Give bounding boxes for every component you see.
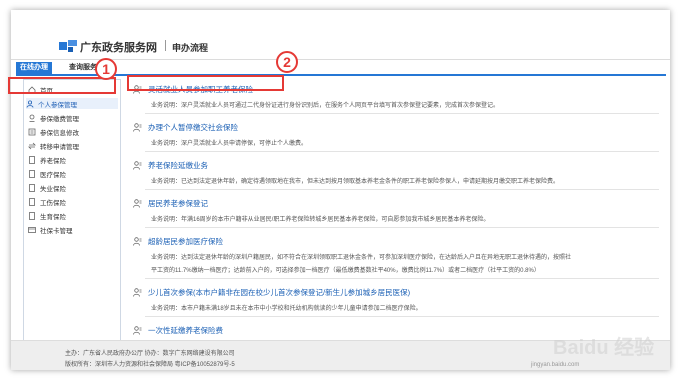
service-title-link[interactable]: 养老保险延缴业务 — [148, 160, 208, 171]
person-icon — [133, 287, 142, 297]
service-list: 灵活就业人员参加职工养老保险 业务说明：深户灵活就业人员可通过二代身份证进行身份… — [129, 79, 665, 343]
transfer-icon — [28, 142, 36, 149]
watermark-brand: Baidu 经验 — [553, 335, 654, 359]
header-divider — [165, 40, 166, 51]
service-description: 业务说明：深户灵活就业人员可通过二代身份证进行身份识别后，在服务个人网页平台填写… — [151, 103, 500, 109]
sidebar: 首页 个人参保管理 参保缴费管理 参保信息修改 转移申请管理 养老保险 医疗保险 — [23, 79, 121, 341]
sidebar-item-unemployment[interactable]: 失业保险 — [28, 182, 66, 193]
service-description: 业务说明：已达到法定退休年龄，确定待遇领取地在我市，但未达到按月领取基本养老金条… — [151, 179, 560, 185]
person-icon — [133, 122, 142, 132]
sidebar-item-personal-insurance[interactable]: 个人参保管理 — [26, 98, 118, 109]
sidebar-item-label: 养老保险 — [40, 157, 66, 165]
sidebar-item-maternity[interactable]: 生育保险 — [28, 210, 66, 221]
sidebar-item-payment[interactable]: 参保缴费管理 — [28, 112, 79, 123]
document-icon — [29, 169, 35, 178]
sidebar-item-label: 个人参保管理 — [38, 101, 77, 109]
annotation-box-2 — [127, 75, 284, 91]
sidebar-item-pension[interactable]: 养老保险 — [28, 154, 66, 165]
person-icon — [133, 236, 142, 246]
sidebar-item-label: 失业保险 — [40, 185, 66, 193]
sidebar-item-label: 生育保险 — [40, 213, 66, 221]
service-title-link[interactable]: 少儿首次参保(本市户籍非在园在校少儿首次参保登记/新生儿参加城乡居民医保) — [148, 287, 410, 298]
service-description: 业务说明：深户灵活就业人员申请停保，可停止个人缴费。 — [151, 141, 308, 147]
edit-icon — [28, 128, 36, 135]
document-icon — [29, 211, 35, 220]
site-title[interactable]: 广东政务服务网 — [80, 39, 157, 55]
sidebar-item-label: 转移申请管理 — [40, 143, 79, 151]
card-icon — [28, 226, 36, 233]
service-title-link[interactable]: 办理个人暂停缴交社会保险 — [148, 122, 238, 133]
sidebar-item-label: 社保卡管理 — [40, 227, 73, 235]
annotation-box-1 — [8, 77, 116, 94]
document-icon — [29, 155, 35, 164]
payment-icon — [29, 114, 35, 122]
page-subtitle: 申办流程 — [172, 43, 209, 53]
divider — [145, 113, 659, 114]
service-title-link[interactable]: 居民养老参保登记 — [148, 198, 208, 209]
divider — [145, 227, 659, 228]
sidebar-item-label: 工伤保险 — [40, 199, 66, 207]
sidebar-item-label: 医疗保险 — [40, 171, 66, 179]
footer-organizer: 主办：广东省人民政府办公厅 协办：数字广东网络建设有限公司 — [65, 351, 235, 357]
sidebar-item-transfer[interactable]: 转移申请管理 — [28, 140, 79, 151]
site-header: 广东政务服务网 申办流程 — [11, 10, 670, 60]
person-icon — [133, 160, 142, 170]
person-icon — [133, 198, 142, 208]
document-icon — [29, 183, 35, 192]
sidebar-item-work-injury[interactable]: 工伤保险 — [28, 196, 66, 207]
logo-icon — [59, 40, 77, 52]
service-title-link[interactable]: 超龄居民参加医疗保险 — [148, 236, 223, 247]
service-description: 业务说明：达到法定退休年龄的深圳户籍居民，如不符合在深圳领取职工退休金条件，可参… — [151, 255, 572, 261]
tab-online-service[interactable]: 在线办理 — [16, 62, 52, 74]
service-description: 业务说明：本市户籍未满18岁且未在本市中小学校和托幼机构就读的少年儿童申请参加二… — [151, 306, 422, 312]
service-description-continued: 平工资的11.7%缴纳一档医疗；达龄前入户的，可选择参加一档医疗（最低缴费基数社… — [151, 268, 540, 274]
annotation-marker-2: 2 — [276, 51, 298, 73]
sidebar-item-label: 参保信息修改 — [40, 129, 79, 137]
sidebar-item-medical[interactable]: 医疗保险 — [28, 168, 66, 179]
divider — [145, 189, 659, 190]
service-title-link[interactable]: 一次性延缴养老保险费 — [148, 325, 223, 336]
annotation-marker-1: 1 — [95, 58, 117, 80]
person-icon — [133, 325, 142, 335]
user-icon — [26, 99, 34, 108]
watermark-url: jingyan.baidu.com — [531, 362, 580, 368]
sidebar-item-social-card[interactable]: 社保卡管理 — [28, 224, 73, 235]
divider — [145, 151, 659, 152]
sidebar-item-edit-info[interactable]: 参保信息修改 — [28, 126, 79, 137]
document-icon — [29, 197, 35, 206]
service-description: 业务说明：年满16周岁的本市户籍非从业居民/职工养老保险转城乡居民基本养老保险，… — [151, 217, 490, 223]
divider — [145, 316, 659, 317]
divider — [145, 278, 659, 279]
sidebar-item-label: 参保缴费管理 — [40, 115, 79, 123]
footer-copyright: 版权所有：深圳市人力资源和社会保障局 粤ICP备10052879号-5 — [65, 362, 235, 368]
